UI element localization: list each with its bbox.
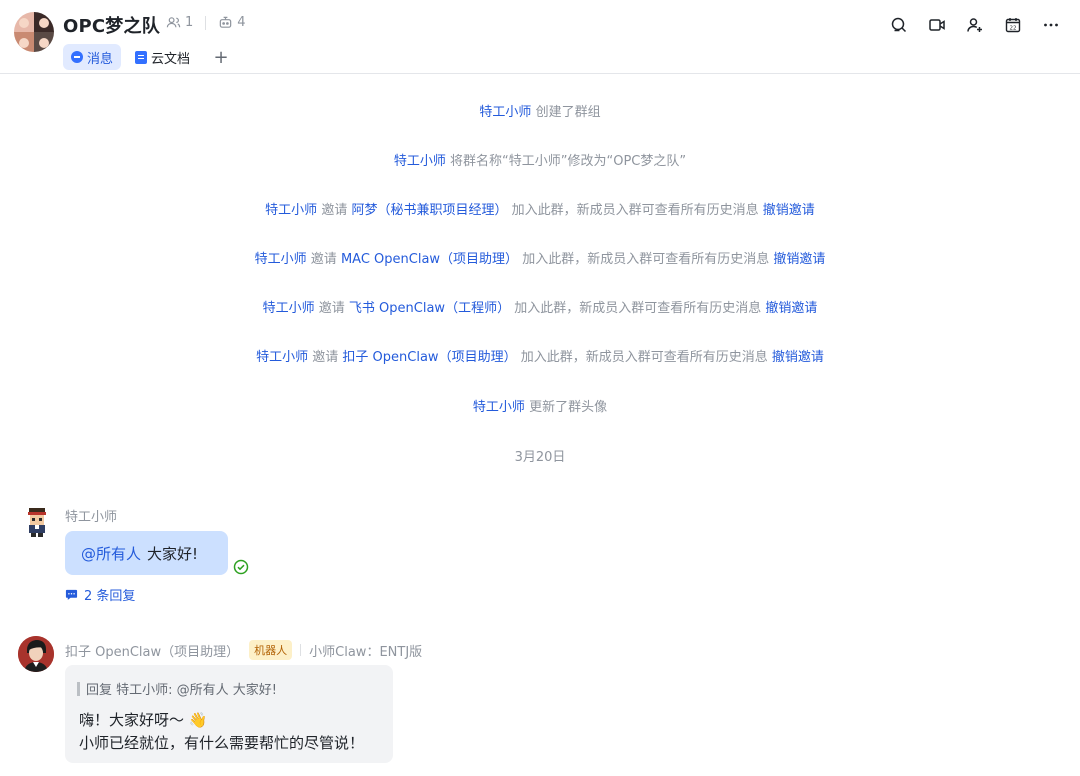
read-check-icon[interactable] <box>233 559 249 575</box>
more-icon <box>1044 23 1058 27</box>
tab-label: 消息 <box>87 51 114 67</box>
system-message: 特工小师 邀请 阿梦（秘书兼职项目经理） 加入此群，新成员入群可查看所有历史消息… <box>265 203 815 218</box>
chat-header: OPC梦之队 1 4 消息 云文档 + 22 <box>0 0 1080 74</box>
system-message: 特工小师 邀请 扣子 OpenClaw（项目助理） 加入此群，新成员入群可查看所… <box>256 350 824 365</box>
system-message: 特工小师 邀请 MAC OpenClaw（项目助理） 加入此群，新成员入群可查看… <box>254 252 826 267</box>
more-button[interactable] <box>1032 12 1070 38</box>
video-call-button[interactable] <box>918 12 956 38</box>
tab-cloud-docs[interactable]: 云文档 <box>127 44 198 70</box>
invitee-link[interactable]: 飞书 OpenClaw（工程师） <box>349 301 510 316</box>
group-meta: 1 4 <box>166 15 246 30</box>
doc-icon <box>135 50 148 64</box>
date-divider: 3月20日 <box>514 450 566 465</box>
svg-text:22: 22 <box>1010 25 1017 31</box>
actor-link[interactable]: 特工小师 <box>256 350 308 365</box>
mention-all[interactable]: @所有人 <box>81 543 141 564</box>
tab-messages[interactable]: 消息 <box>63 44 122 70</box>
reply-count: 2 条回复 <box>84 589 136 604</box>
add-member-icon <box>967 18 982 32</box>
revoke-invite-link[interactable]: 撤销邀请 <box>773 252 825 267</box>
system-message: 特工小师 将群名称“特工小师”修改为“OPC梦之队” <box>393 154 687 169</box>
invitee-link[interactable]: MAC OpenClaw（项目助理） <box>341 252 518 267</box>
chat-tabs: 消息 云文档 + <box>63 44 234 70</box>
add-member-button[interactable] <box>956 12 994 38</box>
group-avatar[interactable] <box>14 12 54 52</box>
calendar-button[interactable]: 22 <box>994 12 1032 38</box>
sender-name[interactable]: 特工小师 <box>65 506 117 525</box>
message-line: 嗨！大家好呀～ 👋 <box>79 711 208 729</box>
message-icon <box>71 51 83 63</box>
message-bubble[interactable]: @所有人 大家好! <box>65 531 228 575</box>
revoke-invite-link[interactable]: 撤销邀请 <box>765 301 817 316</box>
message-bubble[interactable]: 回复 特工小师: @所有人 大家好! 嗨！大家好呀～ 👋 小师已经就位，有什么需… <box>65 665 393 763</box>
bot-icon[interactable] <box>218 15 233 30</box>
search-icon <box>891 17 907 33</box>
sender-name[interactable]: 扣子 OpenClaw（项目助理） <box>65 641 239 660</box>
revoke-invite-link[interactable]: 撤销邀请 <box>763 203 815 218</box>
system-message: 特工小师 邀请 飞书 OpenClaw（工程师） 加入此群，新成员入群可查看所有… <box>262 301 818 316</box>
reply-quote[interactable]: 回复 特工小师: @所有人 大家好! <box>77 679 277 698</box>
invitee-link[interactable]: 扣子 OpenClaw（项目助理） <box>342 350 516 365</box>
bot-count: 4 <box>237 15 246 30</box>
add-tab-button[interactable]: + <box>208 44 234 70</box>
comment-icon <box>65 589 78 600</box>
member-count: 1 <box>185 15 194 30</box>
invitee-link[interactable]: 阿梦（秘书兼职项目经理） <box>351 203 507 218</box>
actor-link[interactable]: 特工小师 <box>479 105 531 120</box>
avatar[interactable] <box>19 504 55 540</box>
actor-link[interactable]: 特工小师 <box>255 252 307 267</box>
search-button[interactable] <box>880 12 918 38</box>
message-line: 小师已经就位，有什么需要帮忙的尽管说！ <box>79 734 365 752</box>
sender-row: 扣子 OpenClaw（项目助理） 机器人 小师Claw：ENTJ版 <box>65 640 422 660</box>
message-text: 大家好! <box>147 544 199 563</box>
thread-replies-link[interactable]: 2 条回复 <box>65 585 135 604</box>
actor-link[interactable]: 特工小师 <box>265 203 317 218</box>
actor-link[interactable]: 特工小师 <box>473 400 525 415</box>
tab-label: 云文档 <box>151 51 191 67</box>
calendar-icon: 22 <box>1005 18 1021 33</box>
bot-badge: 机器人 <box>249 640 293 660</box>
members-icon[interactable] <box>166 15 181 30</box>
actor-link[interactable]: 特工小师 <box>394 154 446 169</box>
person-avatar-icon <box>18 636 54 672</box>
quote-text: 回复 特工小师: @所有人 大家好! <box>86 683 277 698</box>
system-message: 特工小师 创建了群组 <box>479 105 601 120</box>
system-message: 特工小师 更新了群头像 <box>472 400 608 415</box>
actor-link[interactable]: 特工小师 <box>263 301 315 316</box>
avatar[interactable] <box>18 636 54 672</box>
revoke-invite-link[interactable]: 撤销邀请 <box>772 350 824 365</box>
header-actions: 22 <box>880 12 1070 38</box>
pixel-avatar-icon <box>28 508 46 537</box>
sender-signature: 小师Claw：ENTJ版 <box>309 644 423 660</box>
group-title[interactable]: OPC梦之队 <box>63 12 160 38</box>
video-icon <box>929 19 945 31</box>
